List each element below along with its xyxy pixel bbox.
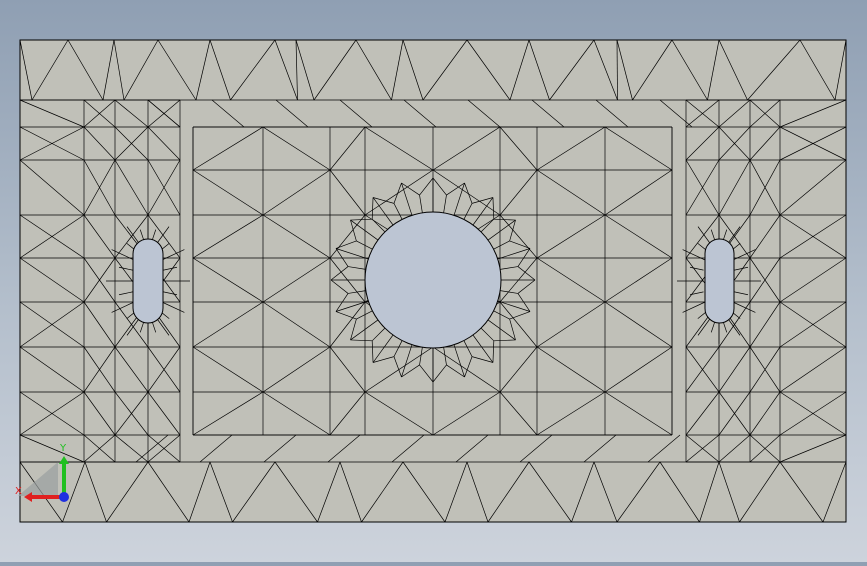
center-round-hole[interactable] [364, 211, 502, 349]
left-slot[interactable] [132, 238, 164, 324]
triad-shadow-plane [18, 462, 58, 496]
z-axis-dot [59, 492, 69, 502]
mesh-edge [616, 39, 618, 101]
y-axis-head [59, 456, 69, 464]
graphics-viewport[interactable]: X Y [0, 0, 867, 562]
mesh-model-svg[interactable] [0, 0, 867, 562]
axis-triad: X Y [15, 443, 69, 502]
right-slot[interactable] [704, 238, 735, 324]
y-axis-label: Y [59, 443, 67, 454]
x-axis-label: X [15, 486, 22, 497]
